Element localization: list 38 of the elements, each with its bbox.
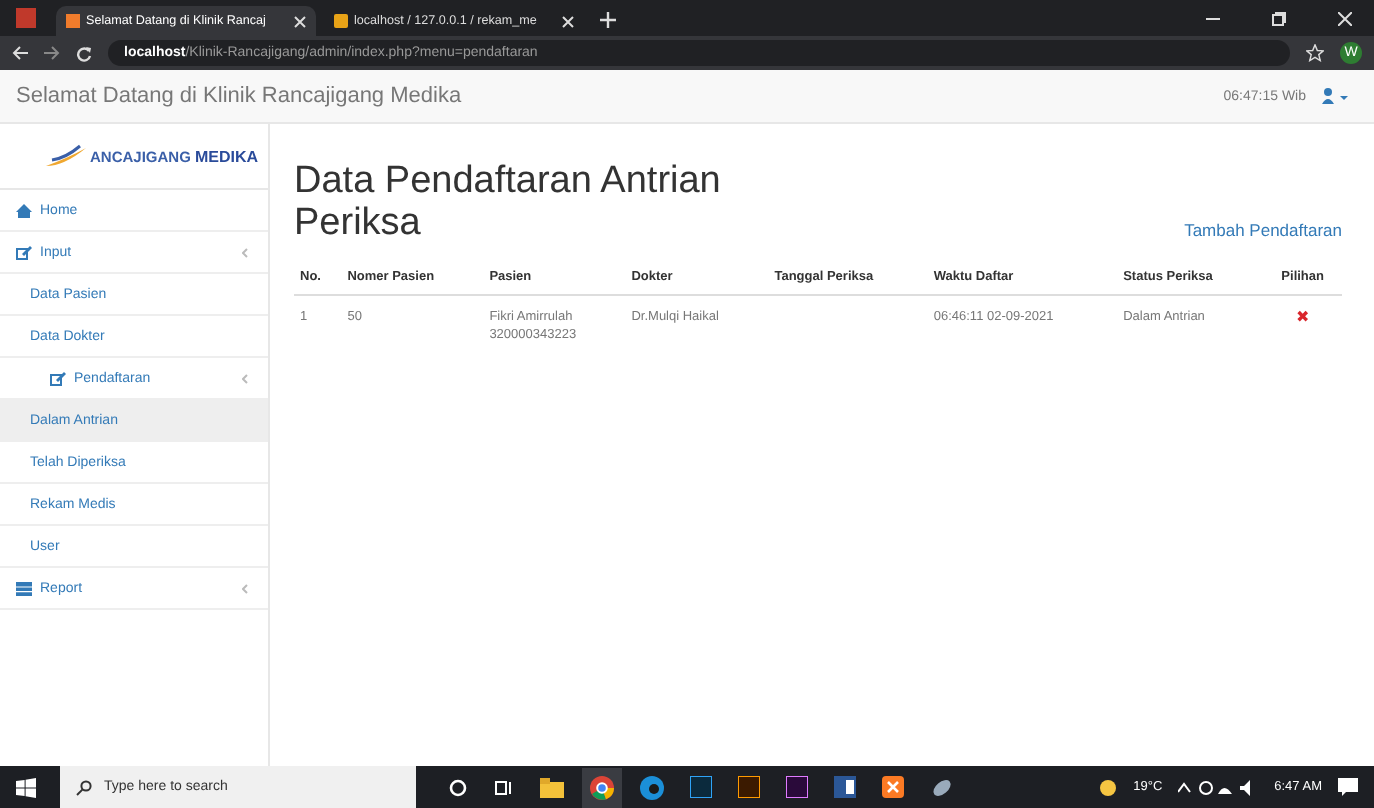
search-icon [76, 779, 92, 795]
xampp-icon[interactable] [882, 776, 904, 798]
weather-icon [1097, 777, 1118, 797]
browser-icon [16, 8, 36, 28]
folder-icon[interactable] [540, 777, 564, 797]
page-title: Data Pendaftaran Antrian Periksa [294, 160, 723, 244]
chevron-icon [242, 247, 248, 257]
star-icon[interactable] [1306, 44, 1324, 62]
plus-icon[interactable] [600, 12, 616, 28]
chrome-icon[interactable] [582, 767, 622, 807]
logo-swoosh-icon [44, 142, 88, 170]
edit-icon [50, 371, 66, 385]
back-arrow-icon[interactable] [12, 46, 28, 60]
task-view-icon[interactable] [494, 777, 514, 797]
user-icon[interactable] [1322, 88, 1350, 104]
premiere-icon[interactable] [786, 776, 808, 798]
table-icon [16, 581, 32, 595]
delete-button[interactable]: ✖ [1295, 308, 1310, 326]
feather-icon[interactable] [930, 775, 954, 799]
maximize-icon[interactable] [1272, 11, 1286, 25]
add-registration-link[interactable]: Tambah Pendaftaran [1184, 220, 1342, 240]
cortana-icon[interactable] [448, 777, 468, 797]
reload-icon[interactable] [76, 45, 92, 61]
close-icon[interactable] [294, 15, 306, 27]
site-title: Selamat Datang di Klinik Rancajigang Medika [16, 84, 462, 108]
photoshop-icon[interactable] [690, 776, 712, 798]
illustrator-icon[interactable] [738, 776, 760, 798]
start-icon[interactable] [16, 777, 36, 797]
close-icon[interactable] [562, 15, 574, 27]
edge-icon[interactable] [640, 775, 664, 799]
edit-icon [16, 245, 32, 259]
notification-icon[interactable] [1338, 778, 1358, 796]
chevron-icon [242, 583, 248, 593]
chevron-icon [242, 373, 248, 383]
home-icon [16, 203, 32, 217]
word-icon[interactable] [834, 776, 856, 798]
close-icon[interactable] [1338, 11, 1352, 25]
forward-arrow-icon[interactable] [44, 46, 60, 60]
